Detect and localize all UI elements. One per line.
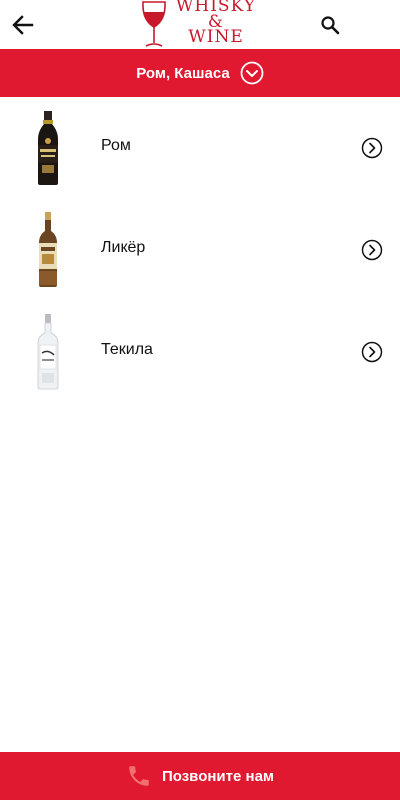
- list-item-liqueur[interactable]: Ликёр: [0, 199, 400, 301]
- category-selector[interactable]: Ром, Кашаса: [0, 49, 400, 97]
- chevron-right-circle-icon: [361, 341, 383, 363]
- subcategory-list: Ром Ликёр Текила: [0, 97, 400, 403]
- list-item-rum[interactable]: Ром: [0, 97, 400, 199]
- search-button[interactable]: [316, 11, 344, 39]
- back-button[interactable]: [8, 10, 38, 40]
- app-header: WHISKY & WINE: [0, 0, 400, 49]
- rum-bottle-image: [38, 111, 58, 185]
- tequila-bottle-image: [37, 314, 59, 390]
- logo-wordmark: WHISKY & WINE: [170, 0, 262, 46]
- call-us-button[interactable]: Позвоните нам: [0, 752, 400, 800]
- liqueur-bottle-image: [39, 212, 57, 287]
- chevron-right-circle-icon: [361, 137, 383, 159]
- wine-glass-icon: [142, 1, 166, 47]
- call-us-label: Позвоните нам: [161, 767, 275, 785]
- arrow-left-icon: [12, 15, 34, 35]
- category-label: Ром, Кашаса: [136, 64, 230, 82]
- search-icon: [321, 16, 340, 35]
- list-item-tequila[interactable]: Текила: [0, 301, 400, 403]
- list-item-label: Текила: [101, 341, 153, 358]
- logo-word-wine: WINE: [188, 27, 244, 47]
- chevron-down-circle-icon: [240, 61, 264, 85]
- chevron-right-circle-icon: [361, 239, 383, 261]
- list-item-label: Ром: [101, 137, 131, 154]
- list-item-label: Ликёр: [101, 239, 146, 256]
- whisky-wine-logo: WHISKY & WINE: [140, 0, 260, 49]
- phone-icon: [129, 766, 149, 786]
